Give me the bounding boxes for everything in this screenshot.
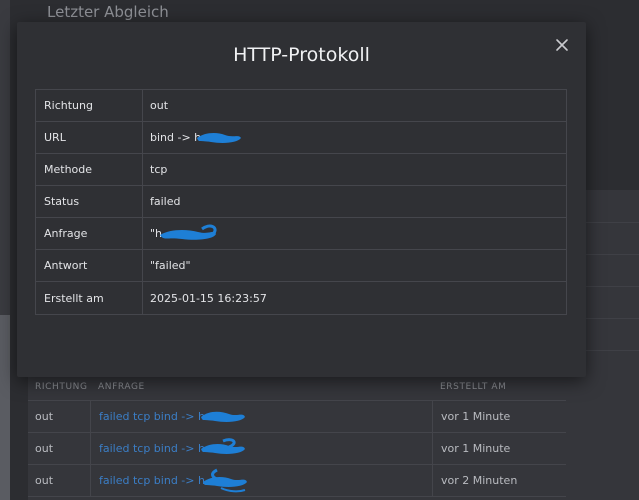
detail-value: "failed" — [150, 259, 191, 272]
row-direction: out — [35, 442, 54, 455]
redaction-scribble — [202, 468, 247, 492]
table-row[interactable]: out failed tcp bind -> h vor 2 Minuten — [28, 465, 566, 497]
column-header-created: ERSTELLT AM — [440, 381, 507, 392]
redaction-scribble — [197, 132, 242, 143]
detail-row-created: Erstellt am 2025-01-15 16:23:57 — [36, 282, 566, 314]
detail-value: failed — [150, 195, 181, 208]
row-created: vor 1 Minute — [432, 433, 566, 464]
detail-key: Antwort — [36, 250, 143, 281]
detail-table: Richtung out URL bind -> h Methode tcp S… — [35, 89, 567, 315]
detail-value: 2025-01-15 16:23:57 — [150, 291, 267, 305]
column-header-request: ANFRAGE — [98, 381, 145, 392]
column-header-direction: RICHTUNG — [35, 381, 88, 392]
table-row[interactable]: out failed tcp bind -> h vor 1 Minute — [28, 433, 566, 465]
detail-value: out — [150, 99, 169, 112]
close-icon — [556, 39, 568, 51]
detail-key: Anfrage — [36, 218, 143, 249]
detail-row-request: Anfrage "h — [36, 218, 566, 250]
row-request-link[interactable]: failed tcp bind -> h — [99, 474, 205, 487]
log-table-header: RICHTUNG ANFRAGE ERSTELLT AM — [28, 373, 566, 401]
row-direction: out — [35, 474, 54, 487]
detail-row-direction: Richtung out — [36, 90, 566, 122]
detail-key: Methode — [36, 154, 143, 185]
redaction-scribble — [160, 224, 217, 240]
table-row[interactable]: out failed tcp bind -> h vor 1 Minute — [28, 401, 566, 433]
http-log-modal: HTTP-Protokoll Richtung out URL bind -> … — [17, 22, 586, 377]
detail-row-url: URL bind -> h — [36, 122, 566, 154]
row-created: vor 2 Minuten — [432, 465, 566, 496]
row-request-link[interactable]: failed tcp bind -> h — [99, 442, 205, 455]
log-table: RICHTUNG ANFRAGE ERSTELLT AM out failed … — [28, 373, 566, 497]
close-button[interactable] — [554, 37, 570, 53]
detail-key: Erstellt am — [36, 282, 143, 314]
row-direction: out — [35, 410, 54, 423]
detail-key: URL — [36, 122, 143, 153]
detail-row-response: Antwort "failed" — [36, 250, 566, 282]
redaction-scribble — [200, 411, 245, 422]
detail-value: tcp — [150, 163, 168, 176]
detail-row-status: Status failed — [36, 186, 566, 218]
detail-key: Status — [36, 186, 143, 217]
detail-value: bind -> h — [150, 131, 202, 144]
redaction-scribble — [200, 437, 245, 454]
row-request-link[interactable]: failed tcp bind -> h — [99, 410, 205, 423]
row-created: vor 1 Minute — [432, 401, 566, 432]
detail-key: Richtung — [36, 90, 143, 121]
detail-row-method: Methode tcp — [36, 154, 566, 186]
section-heading: Letzter Abgleich — [47, 3, 169, 21]
modal-title: HTTP-Protokoll — [233, 44, 370, 66]
sidebar-scroll-indicator — [0, 315, 10, 500]
